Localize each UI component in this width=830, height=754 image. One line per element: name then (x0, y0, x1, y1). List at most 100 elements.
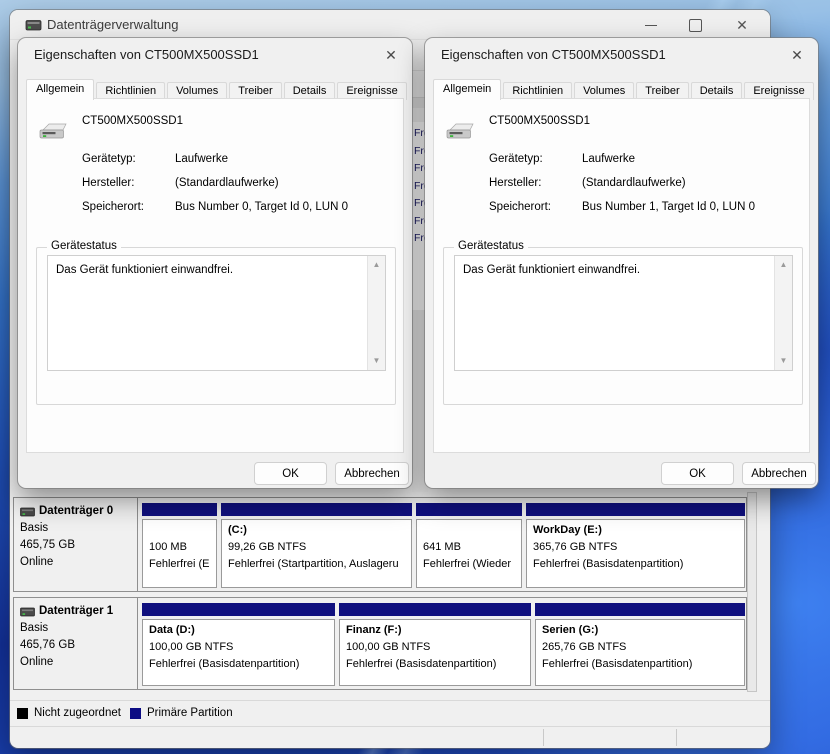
partition-serien-g[interactable]: Serien (G:) 265,76 GB NTFS Fehlerfrei (B… (535, 598, 745, 689)
scroll-down-icon[interactable]: ▼ (368, 353, 385, 369)
device-name: CT500MX500SSD1 (82, 115, 183, 127)
device-name: CT500MX500SSD1 (489, 115, 590, 127)
properties-dialog-disk1: Eigenschaften von CT500MX500SSD1 ✕ Allge… (425, 38, 818, 488)
titlebar[interactable]: Datenträgerverwaltung ✕ (10, 10, 770, 40)
field-label: Speicherort: (489, 201, 552, 213)
field-value: (Standardlaufwerke) (175, 177, 279, 189)
device-status-box: Das Gerät funktioniert einwandfrei. ▲ ▼ (454, 255, 793, 371)
disk-size: 465,76 GB (20, 639, 75, 651)
status-bar (10, 726, 770, 749)
field-value: Laufwerke (175, 153, 229, 165)
disk-1-label-cell[interactable]: Datenträger 1 Basis 465,76 GB Online (14, 598, 138, 689)
field-label: Speicherort: (82, 201, 145, 213)
legend-primary-swatch (129, 707, 141, 719)
partition-finanz-f[interactable]: Finanz (F:) 100,00 GB NTFS Fehlerfrei (B… (339, 598, 531, 689)
scroll-down-icon[interactable]: ▼ (775, 353, 792, 369)
partition-color-bar (526, 503, 745, 516)
field-value: Bus Number 0, Target Id 0, LUN 0 (175, 201, 349, 213)
disk-0-label-cell[interactable]: Datenträger 0 Basis 465,75 GB Online (14, 498, 138, 591)
maximize-icon (689, 19, 702, 32)
disk-size: 465,75 GB (20, 539, 75, 551)
partition-box[interactable]: 641 MB Fehlerfrei (Wieder (416, 519, 522, 588)
status-scrollbar[interactable]: ▲ ▼ (367, 256, 385, 370)
partition-box[interactable]: Serien (G:) 265,76 GB NTFS Fehlerfrei (B… (535, 619, 745, 686)
statusbar-separator (676, 729, 677, 746)
device-status-text: Das Gerät funktioniert einwandfrei. (463, 264, 641, 276)
dialog-title: Eigenschaften von CT500MX500SSD1 (441, 47, 666, 62)
partition-recovery[interactable]: 641 MB Fehlerfrei (Wieder (416, 498, 522, 591)
partition-color-bar (535, 603, 745, 616)
partition-color-bar (416, 503, 522, 516)
legend-unallocated-swatch (17, 707, 28, 719)
scroll-up-icon[interactable]: ▲ (368, 257, 385, 273)
field-label: Hersteller: (489, 177, 542, 189)
status-scrollbar[interactable]: ▲ ▼ (774, 256, 792, 370)
device-status-group: Gerätestatus Das Gerät funktioniert einw… (443, 240, 803, 405)
partition-box[interactable]: Finanz (F:) 100,00 GB NTFS Fehlerfrei (B… (339, 619, 531, 686)
disk-view-scrollbar[interactable] (747, 492, 757, 692)
tab-page-allgemein: CT500MX500SSD1 Gerätetyp: Laufwerke Herst… (433, 98, 810, 453)
cancel-button[interactable]: Abbrechen (335, 462, 409, 485)
legend: Nicht zugeordnet Primäre Partition (10, 700, 770, 725)
disk-status: Online (20, 656, 54, 668)
dialog-close-button[interactable]: ✕ (784, 43, 810, 67)
partition-data-d[interactable]: Data (D:) 100,00 GB NTFS Fehlerfrei (Bas… (142, 598, 335, 689)
scroll-up-icon[interactable]: ▲ (775, 257, 792, 273)
tab-strip: Allgemein Richtlinien Volumes Treiber Detail… (433, 79, 816, 100)
properties-dialog-disk0: Eigenschaften von CT500MX500SSD1 ✕ Allge… (18, 38, 412, 488)
disk-drive-icon (25, 18, 42, 37)
group-label: Gerätestatus (47, 240, 121, 252)
field-value: Bus Number 1, Target Id 0, LUN 0 (582, 201, 756, 213)
minimize-icon (645, 25, 657, 26)
device-status-group: Gerätestatus Das Gerät funktioniert einw… (36, 240, 396, 405)
partition-box[interactable]: Data (D:) 100,00 GB NTFS Fehlerfrei (Bas… (142, 619, 335, 686)
dialog-close-button[interactable]: ✕ (378, 43, 404, 67)
device-status-box: Das Gerät funktioniert einwandfrei. ▲ ▼ (47, 255, 386, 371)
disk-type: Basis (20, 522, 49, 534)
partition-color-bar (339, 603, 531, 616)
disk-row-1: Datenträger 1 Basis 465,76 GB Online Dat… (13, 597, 747, 690)
ok-button[interactable]: OK (661, 462, 734, 485)
disk-row-0: Datenträger 0 Basis 465,75 GB Online 100… (13, 497, 747, 592)
field-label: Gerätetyp: (489, 153, 543, 165)
partition-box[interactable]: 100 MB Fehlerfrei (E (142, 519, 217, 588)
disk-name: Datenträger 1 (39, 605, 114, 617)
close-icon: ✕ (736, 17, 748, 33)
field-label: Hersteller: (82, 177, 135, 189)
disk-status: Online (20, 556, 54, 568)
partition-color-bar (142, 603, 335, 616)
field-value: Laufwerke (582, 153, 636, 165)
partition-c[interactable]: (C:) 99,26 GB NTFS Fehlerfrei (Startpart… (221, 498, 412, 591)
group-label: Gerätestatus (454, 240, 528, 252)
partition-color-bar (142, 503, 217, 516)
ok-button[interactable]: OK (254, 462, 327, 485)
drive-device-icon (39, 122, 67, 145)
partition-box[interactable]: (C:) 99,26 GB NTFS Fehlerfrei (Startpart… (221, 519, 412, 588)
partition-color-bar (221, 503, 412, 516)
device-status-text: Das Gerät funktioniert einwandfrei. (56, 264, 234, 276)
statusbar-separator (543, 729, 544, 746)
dialog-title: Eigenschaften von CT500MX500SSD1 (34, 47, 259, 62)
desktop: Datenträgerverwaltung ✕ Fre Fre Fre Fre … (0, 0, 830, 754)
minimize-button[interactable] (631, 10, 671, 40)
partition-system-reserved[interactable]: 100 MB Fehlerfrei (E (142, 498, 217, 591)
maximize-button[interactable] (675, 10, 715, 40)
field-value: (Standardlaufwerke) (582, 177, 686, 189)
legend-primary-label: Primäre Partition (146, 707, 233, 719)
tab-strip: Allgemein Richtlinien Volumes Treiber Detail… (26, 79, 409, 100)
drive-device-icon (446, 122, 474, 145)
field-label: Gerätetyp: (82, 153, 136, 165)
tab-allgemein[interactable]: Allgemein (26, 79, 95, 100)
disk-type: Basis (20, 622, 49, 634)
small-disk-icon (20, 607, 35, 616)
disk-name: Datenträger 0 (39, 505, 114, 517)
tab-page-allgemein: CT500MX500SSD1 Gerätetyp: Laufwerke Herst… (26, 98, 404, 453)
partition-box[interactable]: WorkDay (E:) 365,76 GB NTFS Fehlerfrei (… (526, 519, 745, 588)
partition-workday-e[interactable]: WorkDay (E:) 365,76 GB NTFS Fehlerfrei (… (526, 498, 745, 591)
small-disk-icon (20, 507, 35, 516)
cancel-button[interactable]: Abbrechen (742, 462, 816, 485)
close-button[interactable]: ✕ (719, 10, 765, 40)
legend-unallocated-label: Nicht zugeordnet (34, 707, 121, 719)
window-title: Datenträgerverwaltung (47, 17, 179, 32)
tab-allgemein[interactable]: Allgemein (433, 79, 502, 100)
